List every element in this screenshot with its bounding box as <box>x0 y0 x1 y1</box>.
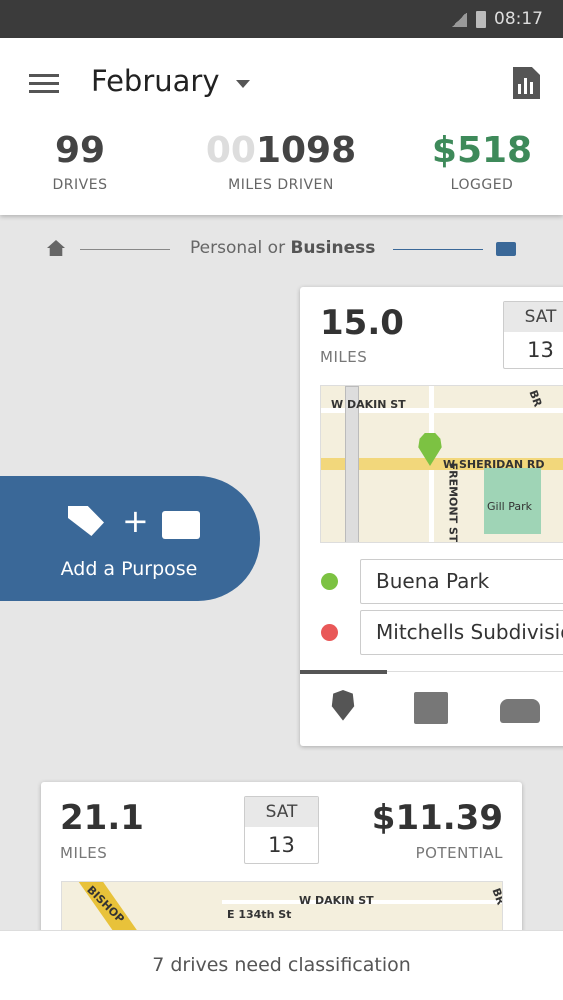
briefcase-icon <box>162 511 200 539</box>
arrow-left <box>80 249 170 250</box>
start-location-field[interactable]: Buena Park <box>360 559 563 604</box>
swipe-hint: Personal or Business <box>0 238 563 260</box>
drive-date: SAT 13 <box>503 301 563 369</box>
classification-banner[interactable]: 7 drives need classification <box>0 930 563 1000</box>
menu-icon[interactable] <box>29 74 59 94</box>
clock: 08:17 <box>494 9 543 29</box>
status-bar: 08:17 <box>0 0 563 38</box>
tag-icon <box>68 506 104 536</box>
stat-drives: 99 DRIVES <box>52 130 108 193</box>
arrow-right <box>393 249 483 250</box>
reports-icon[interactable] <box>513 67 540 99</box>
tab-map-pin-icon[interactable] <box>331 690 355 721</box>
drive-card[interactable]: 15.0 MILES SAT 13 W DAKIN ST W SHERIDAN R… <box>300 287 563 746</box>
drive-date: SAT 13 <box>244 796 319 864</box>
month-selector[interactable]: February <box>91 64 220 98</box>
chevron-down-icon[interactable] <box>236 80 250 95</box>
header: February 99 DRIVES 001098 MILES DRIVEN $… <box>0 38 563 215</box>
route-map[interactable]: W DAKIN ST W SHERIDAN RD FREMONT ST Gill… <box>320 385 563 543</box>
tab-notes-icon[interactable] <box>414 692 448 724</box>
end-location-field[interactable]: Mitchells Subdivision <box>360 610 563 655</box>
end-dot-icon <box>321 624 338 641</box>
tab-car-icon[interactable] <box>500 699 540 723</box>
home-icon <box>47 240 65 256</box>
signal-icon <box>451 13 467 27</box>
add-purpose-button[interactable]: + Add a Purpose <box>0 476 260 601</box>
active-tab-indicator <box>300 670 387 674</box>
start-dot-icon <box>321 573 338 590</box>
stat-logged: $518 LOGGED <box>431 130 533 193</box>
briefcase-icon <box>496 242 516 256</box>
battery-icon <box>476 11 486 28</box>
potential-value: $11.39 <box>371 798 503 838</box>
stat-miles: 001098 MILES DRIVEN <box>205 130 357 193</box>
